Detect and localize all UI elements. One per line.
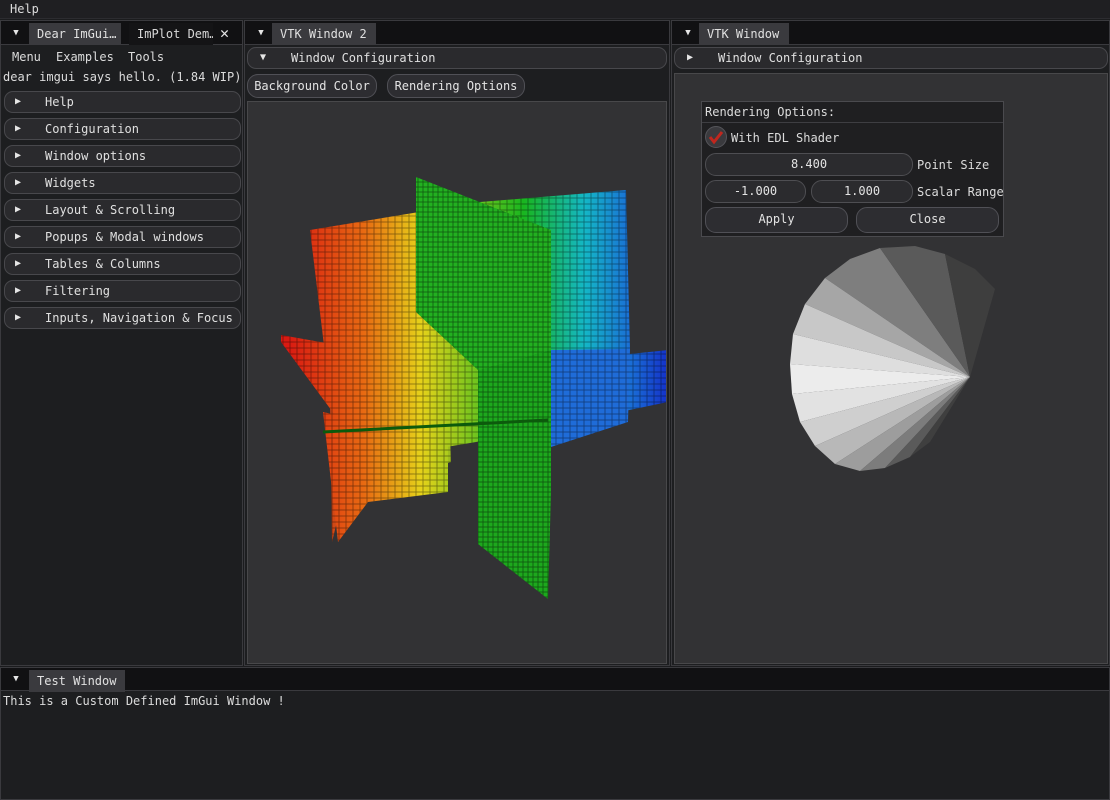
caret-right-icon: ▶	[15, 258, 22, 269]
tab-vtk-window-2[interactable]: VTK Window 2	[272, 23, 376, 45]
rendering-options-popup: Rendering Options: With EDL Shader 8.400…	[701, 101, 1004, 237]
menu-menu[interactable]: Menu	[12, 49, 41, 65]
tab-test-window[interactable]: Test Window	[29, 670, 125, 692]
popup-title: Rendering Options:	[705, 105, 836, 119]
caret-right-icon: ▶	[15, 177, 22, 188]
header-help[interactable]: ▶ Help	[4, 91, 241, 113]
voxel-planes-render	[281, 177, 666, 599]
dock-menu-icon[interactable]: ▼	[10, 673, 22, 685]
header-label: Filtering	[45, 284, 111, 298]
background-color-button[interactable]: Background Color	[247, 74, 377, 98]
vtk1-tab-bar: ▼ VTK Window	[672, 21, 1109, 45]
header-window-options[interactable]: ▶ Window options	[4, 145, 241, 167]
caret-right-icon: ▶	[15, 123, 22, 134]
caret-right-icon: ▶	[15, 231, 22, 242]
point-size-label: Point Size	[917, 158, 990, 172]
vtk-window-pane: ▼ VTK Window ▶ Window Configuration Rend…	[671, 20, 1110, 666]
rendering-options-button[interactable]: Rendering Options	[387, 74, 525, 98]
custom-window-text: This is a Custom Defined ImGui Window !	[3, 694, 285, 708]
header-configuration[interactable]: ▶ Configuration	[4, 118, 241, 140]
header-label: Window Configuration	[718, 51, 863, 65]
menu-tools[interactable]: Tools	[128, 49, 164, 65]
dock-menu-icon[interactable]: ▼	[255, 27, 267, 39]
tab-vtk-window[interactable]: VTK Window	[699, 23, 789, 45]
header-window-configuration[interactable]: ▼ Window Configuration	[247, 47, 667, 69]
close-button[interactable]: Close	[856, 207, 999, 233]
header-popups-modal[interactable]: ▶ Popups & Modal windows	[4, 226, 241, 248]
imgui-demo-pane: ▼ Dear ImGui… ImPlot Dem… ✕ Menu Example…	[0, 20, 243, 666]
vtk-viewport-2[interactable]	[247, 101, 667, 664]
caret-right-icon: ▶	[15, 285, 22, 296]
dock-menu-icon[interactable]: ▼	[682, 27, 694, 39]
header-label: Popups & Modal windows	[45, 230, 204, 244]
caret-right-icon: ▶	[15, 312, 22, 323]
caret-right-icon: ▶	[687, 52, 694, 63]
bottom-tab-bar: ▼ Test Window	[1, 668, 1109, 692]
header-inputs-navigation-focus[interactable]: ▶ Inputs, Navigation & Focus	[4, 307, 241, 329]
left-tab-bar: ▼ Dear ImGui… ImPlot Dem… ✕	[1, 21, 242, 45]
edl-checkbox[interactable]	[705, 126, 727, 148]
point-size-input[interactable]: 8.400	[705, 153, 913, 176]
caret-down-icon: ▼	[260, 52, 267, 63]
header-label: Widgets	[45, 176, 96, 190]
test-window-pane: ▼ Test Window This is a Custom Defined I…	[0, 667, 1110, 800]
header-filtering[interactable]: ▶ Filtering	[4, 280, 241, 302]
header-label: Window options	[45, 149, 147, 163]
scalar-range-max-input[interactable]: 1.000	[811, 180, 913, 203]
main-menu-bar: Help	[0, 0, 1110, 19]
header-label: Inputs, Navigation & Focus	[45, 311, 233, 325]
scalar-range-min-input[interactable]: -1.000	[705, 180, 806, 203]
caret-right-icon: ▶	[15, 96, 22, 107]
dock-menu-icon[interactable]: ▼	[10, 27, 22, 39]
menu-examples[interactable]: Examples	[56, 49, 114, 65]
tab-implot-demo[interactable]: ImPlot Dem…	[129, 23, 213, 45]
close-icon[interactable]: ✕	[220, 23, 229, 43]
caret-right-icon: ▶	[15, 150, 22, 161]
popup-separator	[702, 122, 1003, 123]
header-label: Configuration	[45, 122, 139, 136]
header-label: Help	[45, 95, 74, 109]
header-label: Layout & Scrolling	[45, 203, 176, 217]
checkmark-icon	[708, 131, 724, 145]
header-layout-scrolling[interactable]: ▶ Layout & Scrolling	[4, 199, 241, 221]
header-window-configuration[interactable]: ▶ Window Configuration	[674, 47, 1108, 69]
cone-shape	[790, 246, 995, 471]
caret-right-icon: ▶	[15, 204, 22, 215]
hello-text: dear imgui says hello. (1.84 WIP)	[3, 70, 242, 84]
menu-help[interactable]: Help	[10, 1, 39, 17]
scalar-range-label: Scalar Range	[917, 185, 1004, 199]
vtk-window-2-pane: ▼ VTK Window 2 ▼ Window Configuration Ba…	[244, 20, 670, 666]
tab-dear-imgui[interactable]: Dear ImGui…	[29, 23, 121, 45]
header-label: Window Configuration	[291, 51, 436, 65]
vtk-viewport-1[interactable]: Rendering Options: With EDL Shader 8.400…	[674, 73, 1108, 664]
edl-shader-label: With EDL Shader	[731, 131, 840, 145]
vtk2-tab-bar: ▼ VTK Window 2	[245, 21, 669, 45]
header-tables-columns[interactable]: ▶ Tables & Columns	[4, 253, 241, 275]
header-widgets[interactable]: ▶ Widgets	[4, 172, 241, 194]
header-label: Tables & Columns	[45, 257, 161, 271]
apply-button[interactable]: Apply	[705, 207, 848, 233]
